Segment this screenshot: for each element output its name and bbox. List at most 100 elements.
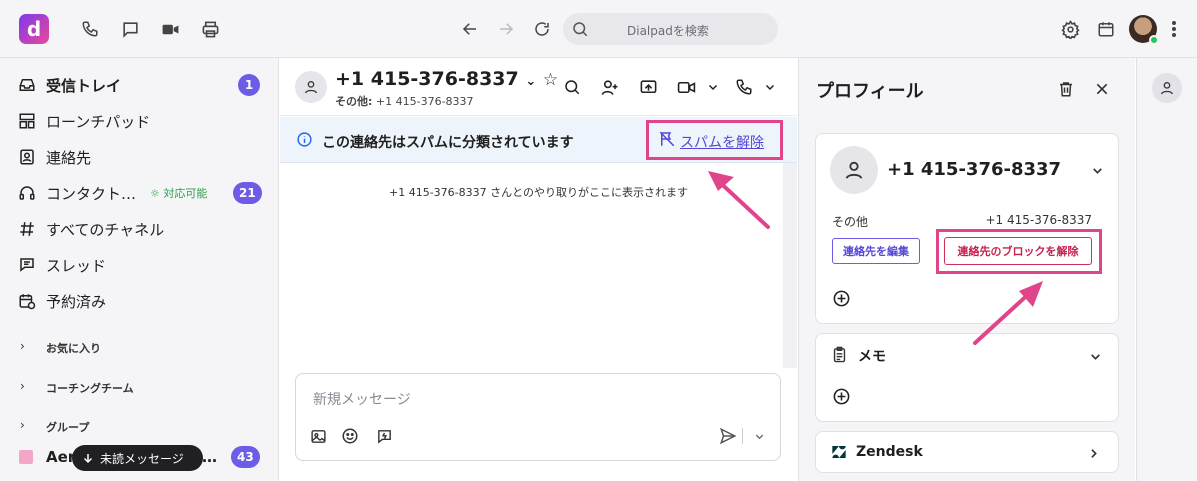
chevron-down-icon[interactable]: ⌄ (525, 74, 536, 89)
user-avatar[interactable] (1129, 15, 1159, 45)
more-vertical-icon[interactable] (1162, 17, 1186, 41)
chevron-right-icon: › (20, 418, 25, 432)
group-count-badge: 43 (231, 446, 260, 468)
chevron-right-icon: › (20, 379, 25, 393)
chevron-down-icon[interactable] (1091, 162, 1104, 181)
sidebar-item-contact-center[interactable]: コンタクト… ☼ 対応可能 21 (0, 176, 279, 210)
inbox-icon (17, 75, 37, 95)
sidebar-item-label: 予約済み (46, 292, 107, 311)
sidebar: 受信トレイ 1 ローンチパッド 連絡先 コンタクト… ☼ 対応可能 21 すべて… (0, 58, 279, 481)
add-person-icon[interactable] (598, 76, 620, 98)
sidebar-item-label: すべてのチャネル (46, 220, 165, 239)
memo-title: メモ (858, 349, 886, 365)
zendesk-logo-icon (831, 444, 847, 464)
conversation-header: +1 415-376-8337 ⌄ ☆ その他: +1 415-376-8337 (280, 58, 797, 116)
contact-subtitle: その他: +1 415-376-8337 (335, 95, 474, 108)
contact-name[interactable]: +1 415-376-8337 ⌄ ☆ (335, 68, 558, 90)
video-call-icon[interactable] (675, 76, 697, 98)
unblock-contact-button[interactable]: 連絡先のブロックを解除 (944, 237, 1092, 265)
search-icon (573, 22, 588, 37)
thread-icon (17, 255, 37, 275)
video-icon[interactable] (158, 17, 182, 41)
hash-icon (17, 219, 37, 239)
flag-off-icon (659, 131, 675, 147)
spam-banner-text: この連絡先はスパムに分類されています (322, 135, 574, 151)
star-icon[interactable]: ☆ (543, 70, 558, 90)
sidebar-item-label: 受信トレイ (46, 76, 122, 95)
add-icon[interactable] (830, 385, 852, 407)
call-options-chevron-icon[interactable] (759, 76, 781, 98)
screen-share-icon[interactable] (637, 76, 659, 98)
contact-phone: +1 415-376-8337 (985, 213, 1092, 227)
headset-icon (17, 183, 37, 203)
availability-status: ☼ 対応可能 (150, 187, 208, 200)
sidebar-item-threads[interactable]: スレッド (0, 248, 279, 282)
sidebar-item-contacts[interactable]: 連絡先 (0, 140, 279, 174)
unspam-link[interactable]: スパムを解除 (680, 132, 764, 152)
send-icon[interactable] (717, 425, 739, 447)
video-options-chevron-icon[interactable] (702, 76, 724, 98)
sidebar-item-label: 連絡先 (46, 148, 92, 167)
sidebar-item-launchpad[interactable]: ローンチパッド (0, 104, 279, 138)
image-icon[interactable] (307, 425, 329, 447)
settings-icon[interactable] (1058, 17, 1082, 41)
sidebar-item-all-channels[interactable]: すべてのチャネル (0, 212, 279, 246)
composer-placeholder: 新規メッセージ (313, 392, 411, 408)
chevron-right-icon: › (20, 339, 25, 353)
scrollbar[interactable] (783, 163, 797, 368)
send-options-chevron-icon[interactable] (748, 425, 770, 447)
clipboard-icon (831, 346, 848, 367)
contacts-icon (17, 147, 37, 167)
call-icon[interactable] (733, 76, 755, 98)
close-icon[interactable] (1091, 78, 1113, 100)
refresh-icon[interactable] (530, 17, 554, 41)
search-input[interactable]: Dialpadを検索 (563, 13, 778, 45)
sidebar-item-scheduled[interactable]: 予約済み (0, 284, 279, 318)
printer-icon[interactable] (198, 17, 222, 41)
conversation-panel: +1 415-376-8337 ⌄ ☆ その他: +1 415-376-8337… (280, 58, 797, 481)
calendar-icon[interactable] (1094, 17, 1118, 41)
chevron-right-icon (1087, 445, 1100, 464)
divider (742, 428, 743, 444)
sidebar-item-label: コンタクト… (46, 184, 137, 203)
sidebar-item-label: Aer (46, 448, 76, 466)
add-icon[interactable] (830, 287, 852, 309)
sidebar-item-label: スレッド (46, 256, 107, 275)
message-composer[interactable]: 新規メッセージ (295, 373, 781, 461)
profile-toggle-button[interactable] (1152, 73, 1182, 103)
dialpad-logo[interactable]: d (19, 14, 49, 44)
forward-arrow-icon[interactable] (494, 17, 518, 41)
quick-reply-icon[interactable] (373, 425, 395, 447)
unread-count-badge: 1 (238, 74, 260, 96)
sidebar-item-label: ローンチパッド (46, 112, 151, 131)
contact-avatar-large (830, 146, 878, 194)
edit-contact-button[interactable]: 連絡先を編集 (832, 238, 920, 264)
annotation-arrow-unblock (973, 281, 1043, 345)
person-icon (1161, 82, 1173, 95)
down-arrow-icon (83, 454, 93, 464)
scheduled-icon (17, 291, 37, 311)
right-rail (1136, 58, 1197, 481)
back-arrow-icon[interactable] (458, 17, 482, 41)
profile-title: プロフィール (816, 81, 924, 102)
contact-name: +1 415-376-8337 (887, 159, 1062, 180)
unread-messages-button[interactable]: 未読メッセージ (72, 445, 203, 471)
section-favorites[interactable]: › お気に入り (0, 332, 279, 362)
section-groups[interactable]: › グループ (0, 411, 279, 441)
spam-banner: この連絡先はスパムに分類されています スパムを解除 (280, 117, 797, 163)
trash-icon[interactable] (1055, 78, 1077, 100)
contact-avatar[interactable] (295, 71, 327, 103)
contact-center-count-badge: 21 (233, 182, 262, 204)
phone-icon[interactable] (78, 17, 102, 41)
search-icon[interactable] (561, 76, 583, 98)
sidebar-item-inbox[interactable]: 受信トレイ 1 (0, 68, 279, 102)
chat-icon[interactable] (118, 17, 142, 41)
profile-panel: プロフィール +1 415-376-8337 その他 +1 415-376-83… (798, 58, 1135, 481)
chevron-down-icon[interactable] (1089, 348, 1102, 367)
launchpad-icon (17, 111, 37, 131)
emoji-icon[interactable] (339, 425, 361, 447)
contact-type-label: その他 (832, 215, 869, 229)
zendesk-card[interactable]: Zendesk (815, 431, 1119, 473)
section-coaching-team[interactable]: › コーチングチーム (0, 372, 279, 402)
person-icon (305, 81, 317, 94)
